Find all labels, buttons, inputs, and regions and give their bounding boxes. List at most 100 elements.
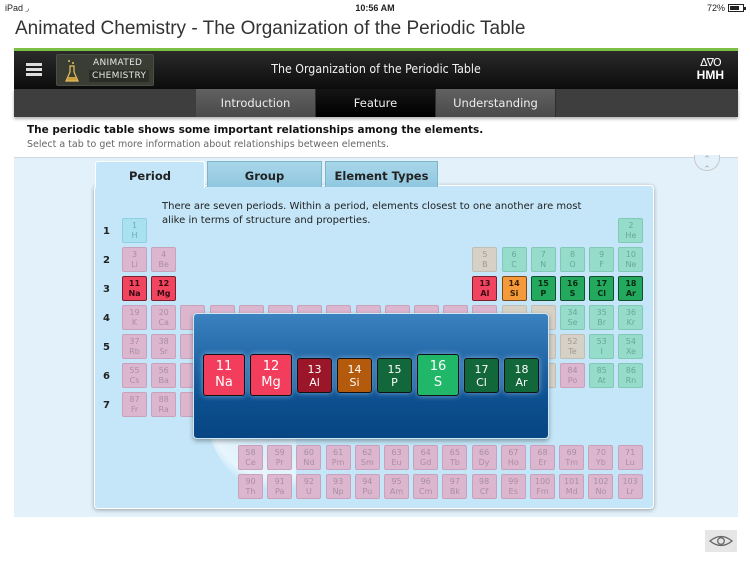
- element-cell-ra[interactable]: 88 Ra: [151, 392, 177, 417]
- zoom-tile-al[interactable]: 13 Al: [297, 358, 332, 393]
- element-cell-al[interactable]: 13 Al: [472, 276, 498, 301]
- element-cell-pa[interactable]: 91 Pa: [267, 474, 293, 499]
- element-cell-no[interactable]: 102 No: [588, 474, 614, 499]
- zoom-tile-mg[interactable]: 12 Mg: [250, 354, 292, 396]
- element-symbol: Dy: [478, 458, 490, 467]
- battery-percent: 72%: [706, 3, 725, 13]
- element-cell-br[interactable]: 35 Br: [589, 305, 615, 330]
- element-cell-c[interactable]: 6C: [501, 247, 527, 272]
- zoom-tile-cl[interactable]: 17 Cl: [464, 358, 499, 393]
- element-cell-i[interactable]: 53 I: [589, 334, 615, 359]
- element-cell-u[interactable]: 92 U: [296, 474, 322, 499]
- element-cell-h[interactable]: 1H: [122, 218, 147, 243]
- hmh-text: HMH: [696, 68, 724, 82]
- subtab-element-types[interactable]: Element Types: [325, 161, 438, 187]
- subtab-period[interactable]: Period: [95, 161, 205, 188]
- element-cell-pr[interactable]: 59 Pr: [267, 445, 293, 470]
- element-cell-xe[interactable]: 54 Xe: [618, 334, 644, 359]
- element-cell-cs[interactable]: 55 Cs: [122, 363, 147, 388]
- element-cell-n[interactable]: 7N: [530, 247, 556, 272]
- element-cell-mg[interactable]: 12 Mg: [151, 276, 177, 301]
- zoom-tile-s[interactable]: 16 S: [417, 354, 459, 396]
- atomic-number: 1: [131, 221, 138, 230]
- element-cell-ce[interactable]: 58 Ce: [238, 445, 263, 470]
- atomic-number: 55: [129, 366, 140, 375]
- element-cell-ca[interactable]: 20 Ca: [151, 305, 177, 330]
- element-cell-kr[interactable]: 36 Kr: [618, 305, 644, 330]
- element-cell-md[interactable]: 101 Md: [559, 474, 585, 499]
- element-cell-th[interactable]: 90 Th: [238, 474, 263, 499]
- tab-feature[interactable]: Feature: [316, 89, 436, 117]
- zoom-tile-ar[interactable]: 18 Ar: [504, 358, 539, 393]
- element-cell-cf[interactable]: 98 Cf: [471, 474, 497, 499]
- element-symbol: Al: [309, 376, 320, 389]
- element-symbol: Er: [538, 458, 547, 467]
- element-cell-rb[interactable]: 37 Rb: [122, 334, 147, 359]
- element-cell-na[interactable]: 11 Na: [122, 276, 147, 301]
- intro-subtext: Select a tab to get more information abo…: [27, 139, 389, 150]
- element-cell-nd[interactable]: 60 Nd: [296, 445, 322, 470]
- tab-introduction[interactable]: Introduction: [196, 89, 316, 117]
- element-cell-er[interactable]: 68 Er: [530, 445, 555, 470]
- atomic-number: 5: [482, 250, 488, 259]
- element-cell-ar[interactable]: 18 Ar: [618, 276, 644, 301]
- element-cell-am[interactable]: 95 Am: [384, 474, 409, 499]
- atomic-number: 53: [596, 337, 607, 346]
- zoom-tile-na[interactable]: 11 Na: [203, 354, 245, 396]
- element-cell-si[interactable]: 14 Si: [501, 276, 527, 301]
- element-cell-po[interactable]: 84 Po: [560, 363, 585, 388]
- element-cell-es[interactable]: 99 Es: [500, 474, 526, 499]
- zoom-tile-p[interactable]: 15 P: [377, 358, 412, 393]
- element-cell-cm[interactable]: 96 Cm: [413, 474, 439, 499]
- element-cell-np[interactable]: 93 Np: [325, 474, 351, 499]
- element-cell-yb[interactable]: 70 Yb: [588, 445, 614, 470]
- element-cell-ba[interactable]: 56 Ba: [151, 363, 177, 388]
- element-symbol: H: [131, 231, 138, 240]
- hamburger-icon[interactable]: [26, 63, 42, 76]
- atomic-number: 102: [593, 477, 609, 486]
- element-cell-te[interactable]: 52 Te: [560, 334, 585, 359]
- element-cell-rn[interactable]: 86 Rn: [618, 363, 644, 388]
- atomic-number: 67: [508, 448, 519, 457]
- element-cell-pm[interactable]: 61 Pm: [325, 445, 351, 470]
- element-cell-p[interactable]: 15 P: [530, 276, 556, 301]
- element-symbol: Md: [565, 487, 578, 496]
- zoom-tile-si[interactable]: 14 Si: [337, 358, 372, 393]
- status-time: 10:56 AM: [355, 3, 395, 13]
- element-cell-tb[interactable]: 65 Tb: [442, 445, 468, 470]
- element-cell-sr[interactable]: 38 Sr: [151, 334, 177, 359]
- subtab-group[interactable]: Group: [207, 161, 322, 187]
- period-label: 2: [103, 255, 110, 266]
- element-cell-b[interactable]: 5B: [472, 247, 498, 272]
- element-cell-dy[interactable]: 66 Dy: [471, 445, 497, 470]
- tab-understanding[interactable]: Understanding: [436, 89, 556, 117]
- element-cell-gd[interactable]: 64 Gd: [413, 445, 439, 470]
- element-symbol: K: [131, 318, 138, 327]
- element-cell-sm[interactable]: 62 Sm: [354, 445, 380, 470]
- element-cell-tm[interactable]: 69 Tm: [559, 445, 585, 470]
- element-cell-be[interactable]: 4 Be: [151, 247, 177, 272]
- element-cell-ho[interactable]: 67 Ho: [500, 445, 526, 470]
- element-cell-lu[interactable]: 71 Lu: [617, 445, 643, 470]
- element-cell-eu[interactable]: 63 Eu: [384, 445, 409, 470]
- element-cell-he[interactable]: 2 He: [618, 218, 644, 243]
- atomic-number: 3: [131, 250, 138, 259]
- eye-icon[interactable]: [705, 530, 737, 552]
- element-cell-s[interactable]: 16 S: [560, 276, 585, 301]
- element-cell-at[interactable]: 85 At: [589, 363, 615, 388]
- atomic-number: 16: [429, 359, 447, 374]
- element-cell-lr[interactable]: 103 Lr: [617, 474, 643, 499]
- element-cell-cl[interactable]: 17 Cl: [589, 276, 615, 301]
- element-cell-se[interactable]: 34 Se: [560, 305, 585, 330]
- element-symbol: Ce: [245, 458, 256, 467]
- element-cell-f[interactable]: 9F: [589, 247, 615, 272]
- element-cell-pu[interactable]: 94 Pu: [354, 474, 380, 499]
- element-cell-bk[interactable]: 97 Bk: [442, 474, 468, 499]
- element-cell-fm[interactable]: 100 Fm: [530, 474, 555, 499]
- element-cell-fr[interactable]: 87 Fr: [122, 392, 147, 417]
- element-cell-o[interactable]: 8O: [560, 247, 585, 272]
- element-cell-ne[interactable]: 10 Ne: [618, 247, 644, 272]
- section-nav: Introduction Feature Understanding: [14, 89, 738, 117]
- element-cell-li[interactable]: 3 Li: [122, 247, 147, 272]
- element-cell-k[interactable]: 19 K: [122, 305, 147, 330]
